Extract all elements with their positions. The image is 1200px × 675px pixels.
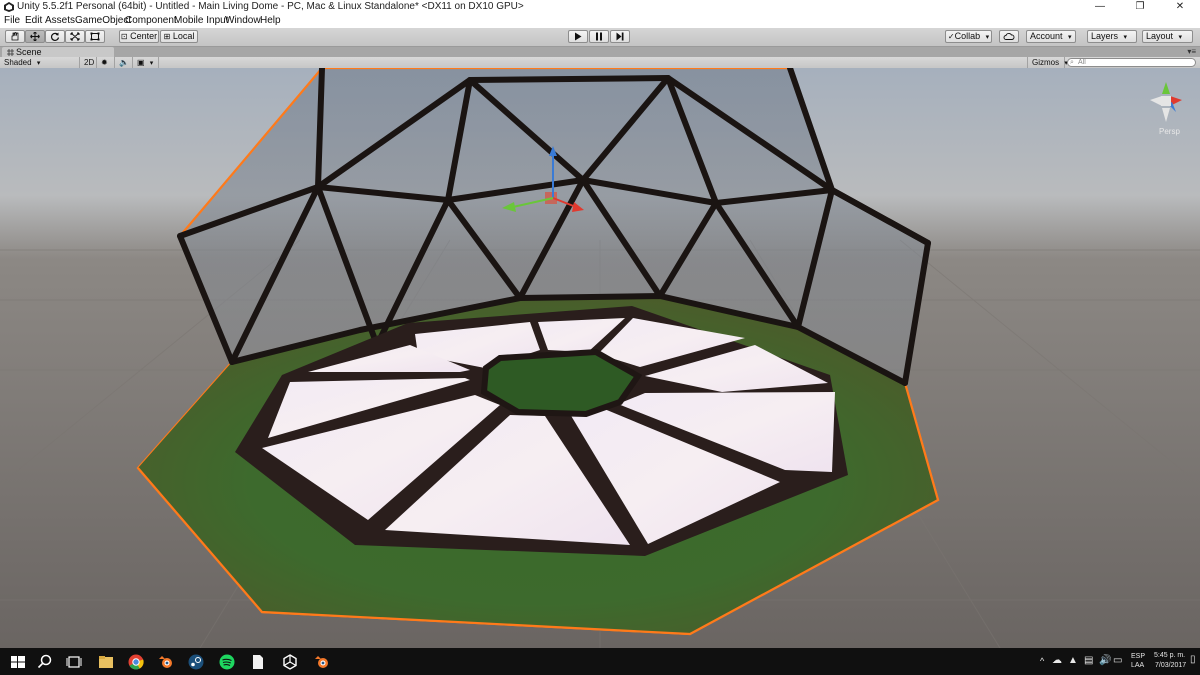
hand-tool-button[interactable] — [5, 30, 25, 43]
blender-icon-2[interactable] — [312, 652, 332, 672]
pause-icon — [596, 32, 602, 41]
search-icon: ⌕ — [1070, 59, 1074, 66]
maximize-button[interactable]: ❐ — [1120, 0, 1160, 14]
gizmos-dropdown[interactable]: Gizmos — [1027, 57, 1065, 68]
menu-edit[interactable]: Edit — [25, 15, 42, 26]
main-toolbar: ⊡ Center ⊞ Local ✓Collab Account Layers … — [0, 28, 1200, 47]
floor-center-hub — [480, 348, 643, 418]
shading-mode-label: Shaded — [4, 58, 32, 67]
layers-dropdown[interactable]: Layers — [1087, 30, 1137, 43]
layout-label: Layout — [1146, 31, 1174, 41]
pause-button[interactable] — [589, 30, 609, 43]
file-explorer-icon[interactable] — [96, 652, 116, 672]
center-label: Center — [130, 31, 158, 41]
scene-tab-label: Scene — [16, 47, 42, 57]
menu-window[interactable]: Window — [225, 15, 261, 26]
action-center-icon[interactable]: ▯ — [1190, 654, 1196, 665]
language-primary[interactable]: ESP — [1131, 653, 1145, 660]
tray-drive-icon[interactable]: ▲ — [1068, 655, 1078, 666]
minimize-button[interactable]: — — [1080, 0, 1120, 14]
windows-start-icon[interactable] — [8, 652, 28, 672]
shading-mode-dropdown[interactable]: Shaded — [0, 57, 80, 68]
step-button[interactable] — [610, 30, 630, 43]
collab-label: Collab — [954, 31, 981, 41]
search-placeholder: All — [1078, 59, 1086, 66]
scale-tool-button[interactable] — [65, 30, 85, 43]
collab-dropdown[interactable]: ✓Collab — [945, 30, 992, 43]
tab-scene[interactable]: Scene — [2, 47, 114, 57]
play-button[interactable] — [568, 30, 588, 43]
local-icon: ⊞ — [163, 32, 171, 41]
spotify-icon[interactable] — [217, 652, 237, 672]
clock-time[interactable]: 5:45 p. m. — [1154, 652, 1185, 659]
volume-icon[interactable]: 🔊 — [1099, 655, 1111, 666]
scene-render — [0, 68, 1200, 648]
scene-lighting-toggle[interactable]: ✹ — [97, 57, 115, 68]
pivot-center-button[interactable]: ⊡ Center — [119, 30, 159, 43]
collab-check-icon: ✓ — [947, 32, 955, 41]
steam-icon[interactable] — [186, 652, 206, 672]
menu-assets[interactable]: Assets — [45, 15, 75, 26]
panel-menu-icon[interactable]: ▾≡ — [1187, 47, 1196, 57]
scale-icon — [70, 32, 80, 41]
menu-file[interactable]: File — [4, 15, 20, 26]
network-icon[interactable]: ▤ — [1084, 655, 1093, 666]
close-button[interactable]: ✕ — [1160, 0, 1200, 14]
menu-bar: File Edit Assets GameObject Component Mo… — [0, 14, 1200, 29]
scene-search-input[interactable]: ⌕ All — [1067, 58, 1196, 67]
cloud-services-button[interactable] — [999, 30, 1019, 43]
play-icon — [575, 32, 582, 41]
menu-component[interactable]: Component — [125, 15, 177, 26]
account-dropdown[interactable]: Account — [1026, 30, 1076, 43]
rotate-icon — [50, 32, 60, 41]
unity-logo-icon — [4, 2, 14, 12]
layers-label: Layers — [1091, 31, 1119, 41]
projection-label[interactable]: Persp — [1159, 127, 1180, 136]
document-icon[interactable] — [248, 652, 268, 672]
cloud-icon — [1003, 33, 1015, 40]
speaker-icon: 🔈 — [119, 58, 129, 67]
scene-viewport[interactable]: Persp — [0, 68, 1200, 648]
menu-mobile-input[interactable]: Mobile Input — [174, 15, 228, 26]
step-icon — [616, 32, 624, 41]
hand-icon — [11, 32, 19, 41]
scene-audio-toggle[interactable]: 🔈 — [115, 57, 133, 68]
menu-help[interactable]: Help — [260, 15, 281, 26]
language-secondary[interactable]: LAA — [1131, 662, 1144, 669]
2d-label: 2D — [84, 58, 95, 67]
rect-tool-button[interactable] — [85, 30, 105, 43]
tray-chevron-icon[interactable]: ^ — [1040, 656, 1044, 666]
rect-tool-icon — [90, 32, 100, 41]
title-bar: Unity 5.5.2f1 Personal (64bit) - Untitle… — [0, 0, 1200, 14]
move-tool-button[interactable] — [25, 30, 45, 43]
sun-icon: ✹ — [101, 58, 108, 67]
center-icon: ⊡ — [120, 32, 128, 41]
blender-icon[interactable] — [156, 652, 176, 672]
window-title: Unity 5.5.2f1 Personal (64bit) - Untitle… — [17, 1, 524, 12]
gizmos-label: Gizmos — [1032, 58, 1060, 67]
unity-taskbar-icon[interactable] — [280, 652, 300, 672]
local-label: Local — [172, 31, 195, 41]
tray-cloud-icon[interactable]: ☁ — [1052, 655, 1062, 666]
move-arrows-icon — [30, 32, 40, 41]
image-effects-icon: ▣ — [137, 58, 145, 67]
layout-dropdown[interactable]: Layout — [1142, 30, 1193, 43]
scene-tab-row: Scene ▾≡ — [0, 47, 1200, 57]
menu-gameobject[interactable]: GameObject — [75, 15, 131, 26]
pivot-local-button[interactable]: ⊞ Local — [160, 30, 198, 43]
2d-toggle-button[interactable]: 2D — [80, 57, 97, 68]
clock-date[interactable]: 7/03/2017 — [1155, 662, 1186, 669]
rotate-tool-button[interactable] — [45, 30, 65, 43]
account-label: Account — [1030, 31, 1063, 41]
windows-taskbar: ^ ☁ ▲ ▤ 🔊 ▭ ESP LAA 5:45 p. m. 7/03/2017… — [0, 648, 1200, 675]
scene-effects-dropdown[interactable]: ▣ — [133, 57, 159, 68]
task-view-icon[interactable] — [64, 652, 84, 672]
notification-icon[interactable]: ▭ — [1113, 655, 1122, 666]
search-icon[interactable] — [35, 652, 55, 672]
chrome-icon[interactable] — [126, 652, 146, 672]
orientation-gizmo[interactable] — [1142, 78, 1192, 126]
